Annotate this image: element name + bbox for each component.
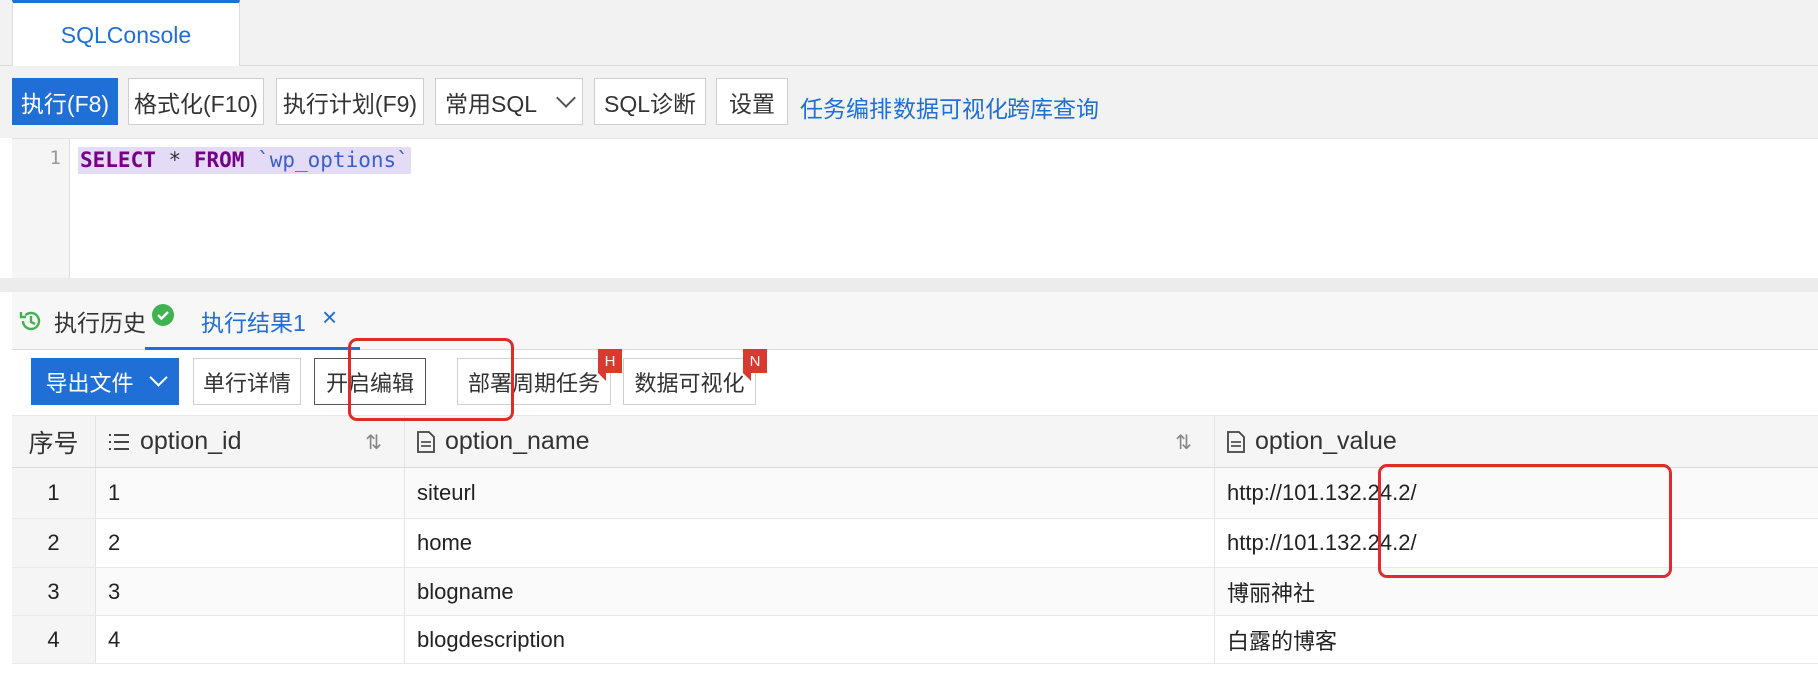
cell-option-name[interactable]: blogname — [405, 568, 1215, 615]
table-header: 序号 option_id ⇅ option_name ⇅ option_valu… — [12, 416, 1818, 468]
document-icon — [417, 430, 435, 453]
column-label: option_id — [140, 427, 242, 455]
column-header-option-value[interactable]: option_value — [1215, 416, 1818, 467]
sql-table-name: `wp_options` — [257, 148, 409, 172]
cell-option-value[interactable]: 白露的博客 — [1215, 616, 1818, 663]
cell-option-id[interactable]: 4 — [96, 616, 405, 663]
sql-star: * — [168, 148, 182, 172]
cell-option-value[interactable]: http://101.132.24.2/ — [1215, 519, 1818, 567]
panel-separator[interactable] — [0, 278, 1818, 292]
chevron-down-icon — [148, 368, 168, 387]
line-number: 1 — [49, 147, 61, 169]
tab-sqlconsole[interactable]: SQLConsole — [12, 0, 240, 67]
result-tabs: 执行历史 执行结果1 × — [12, 292, 1818, 350]
row-index: 4 — [12, 616, 96, 663]
list-icon — [108, 431, 130, 453]
export-file-label: 导出文件 — [45, 370, 134, 396]
sql-keyword-select: SELECT — [80, 148, 156, 172]
export-file-dropdown[interactable]: 导出文件 — [31, 358, 179, 405]
data-visualization-label: 数据可视化 — [634, 370, 745, 396]
column-header-index: 序号 — [12, 416, 96, 467]
hot-badge: H — [598, 349, 622, 381]
editor-toolbar: 执行(F8) 格式化(F10) 执行计划(F9) 常用SQL SQL诊断 设置 … — [0, 66, 1818, 138]
cell-option-id[interactable]: 3 — [96, 568, 405, 615]
sql-keyword-from: FROM — [193, 148, 245, 172]
table-row[interactable]: 4 4 blogdescription 白露的博客 — [12, 616, 1818, 664]
sort-icon[interactable]: ⇅ — [365, 430, 382, 455]
tab-bar: SQLConsole — [0, 0, 1818, 67]
row-index: 2 — [12, 519, 96, 567]
document-icon — [1227, 430, 1245, 453]
sql-code-line[interactable]: SELECT * FROM `wp_options` — [78, 147, 411, 174]
column-header-option-id[interactable]: option_id ⇅ — [96, 416, 405, 467]
sort-icon[interactable]: ⇅ — [1175, 430, 1192, 455]
data-visualization-link[interactable]: 数据可视化 — [893, 90, 1008, 124]
table-row[interactable]: 2 2 home http://101.132.24.2/ — [12, 519, 1818, 568]
data-visualization-button[interactable]: 数据可视化 N — [623, 349, 767, 405]
close-tab-icon[interactable]: × — [322, 302, 337, 333]
editor-gutter: 1 — [12, 139, 70, 279]
cell-option-name[interactable]: blogdescription — [405, 616, 1215, 663]
cell-option-value[interactable]: http://101.132.24.2/ — [1215, 468, 1818, 518]
format-button[interactable]: 格式化(F10) — [128, 78, 264, 125]
history-icon — [18, 308, 44, 334]
row-index: 3 — [12, 568, 96, 615]
cell-option-value[interactable]: 博丽神社 — [1215, 568, 1818, 615]
tab-history-label: 执行历史 — [54, 310, 146, 336]
execution-plan-button[interactable]: 执行计划(F9) — [276, 78, 424, 125]
tab-history[interactable]: 执行历史 — [18, 304, 146, 338]
enable-edit-button[interactable]: 开启编辑 — [314, 358, 426, 405]
cell-option-id[interactable]: 1 — [96, 468, 405, 518]
row-index: 1 — [12, 468, 96, 518]
cell-option-name[interactable]: siteurl — [405, 468, 1215, 518]
sql-editor[interactable]: 1 SELECT * FROM `wp_options` — [12, 138, 1818, 279]
new-badge: N — [743, 349, 767, 381]
deploy-periodic-task-label: 部署周期任务 — [467, 370, 600, 396]
table-row[interactable]: 3 3 blogname 博丽神社 — [12, 568, 1818, 616]
column-header-option-name[interactable]: option_name ⇅ — [405, 416, 1215, 467]
row-detail-button[interactable]: 单行详情 — [193, 358, 301, 405]
tab-result-1[interactable]: 执行结果1 — [201, 304, 306, 338]
task-orchestration-link[interactable]: 任务编排 — [800, 90, 892, 124]
column-label: option_value — [1255, 427, 1397, 455]
chevron-down-icon — [556, 87, 576, 108]
sql-diagnose-button[interactable]: SQL诊断 — [594, 78, 706, 125]
settings-button[interactable]: 设置 — [716, 78, 788, 125]
execute-button[interactable]: 执行(F8) — [12, 78, 118, 125]
cell-option-id[interactable]: 2 — [96, 519, 405, 567]
success-icon — [152, 304, 174, 326]
common-sql-label: 常用SQL — [444, 90, 538, 117]
cell-option-name[interactable]: home — [405, 519, 1215, 567]
table-row[interactable]: 1 1 siteurl http://101.132.24.2/ — [12, 468, 1818, 519]
deploy-periodic-task-button[interactable]: 部署周期任务 H — [457, 349, 622, 405]
column-label: option_name — [445, 427, 590, 455]
result-toolbar: 导出文件 单行详情 开启编辑 部署周期任务 H 数据可视化 N — [12, 349, 1818, 416]
common-sql-dropdown[interactable]: 常用SQL — [435, 78, 583, 125]
cross-db-query-link[interactable]: 跨库查询 — [1007, 90, 1099, 124]
